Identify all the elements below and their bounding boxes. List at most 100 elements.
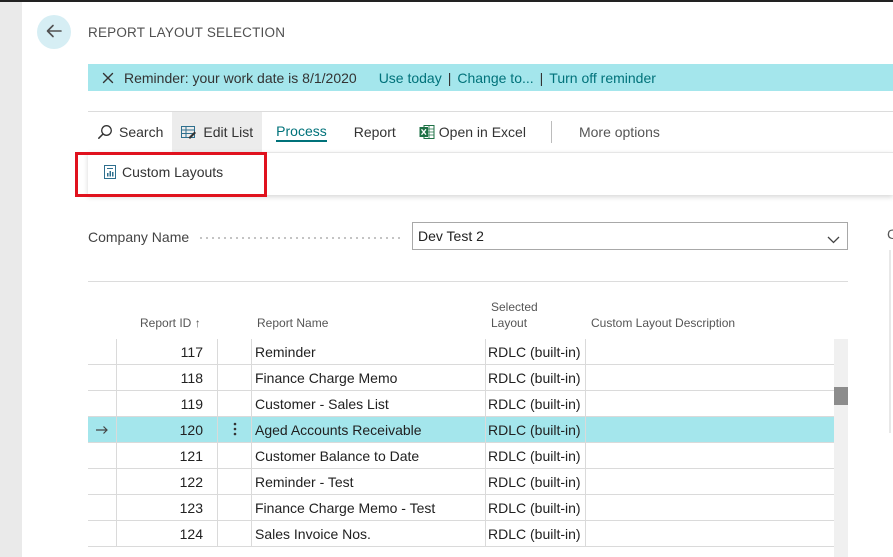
process-submenu: Custom Layouts — [88, 152, 893, 195]
custom-layout-description-cell[interactable] — [586, 443, 834, 469]
report-name-cell[interactable]: Aged Accounts Receivable — [252, 417, 486, 443]
row-selector-cell[interactable] — [88, 365, 117, 391]
row-actions-cell[interactable] — [218, 391, 252, 417]
divider — [88, 281, 848, 282]
custom-layout-description-cell[interactable] — [586, 469, 834, 495]
selected-layout-cell[interactable]: RDLC (built-in) — [486, 443, 586, 469]
selected-layout-cell[interactable]: RDLC (built-in) — [486, 339, 586, 365]
selected-layout-cell[interactable]: RDLC (built-in) — [486, 495, 586, 521]
report-name-cell[interactable]: Finance Charge Memo - Test — [252, 495, 486, 521]
more-vertical-icon[interactable] — [233, 422, 237, 439]
row-actions-cell[interactable] — [218, 495, 252, 521]
tab-process[interactable]: Process — [262, 112, 340, 152]
table-row[interactable]: 119 Customer - Sales List RDLC (built-in) — [88, 391, 834, 417]
link-separator: | — [447, 69, 452, 86]
custom-layout-description-cell[interactable] — [586, 365, 834, 391]
custom-layouts-button[interactable]: Custom Layouts — [104, 164, 223, 180]
process-label: Process — [276, 123, 327, 142]
selected-layout-cell[interactable]: RDLC (built-in) — [486, 365, 586, 391]
column-header-report-name[interactable]: Report Name — [257, 315, 328, 331]
company-name-dropdown[interactable]: Dev Test 2 — [412, 222, 848, 250]
report-name-cell[interactable]: Reminder - Test — [252, 469, 486, 495]
column-header-custom-layout-description[interactable]: Custom Layout Description — [591, 315, 735, 331]
row-actions-cell[interactable] — [218, 339, 252, 365]
row-selector-cell[interactable] — [88, 339, 117, 365]
report-label: Report — [353, 124, 396, 140]
more-options-button[interactable]: More options — [570, 112, 669, 152]
custom-layouts-label: Custom Layouts — [122, 164, 224, 180]
report-id-cell[interactable]: 122 — [117, 469, 218, 495]
selected-layout-cell[interactable]: RDLC (built-in) — [486, 417, 586, 443]
selected-layout-cell[interactable]: RDLC (built-in) — [486, 391, 586, 417]
row-selector-cell[interactable] — [88, 521, 117, 547]
factbox-edge — [889, 250, 891, 433]
vertical-scrollbar[interactable] — [834, 339, 848, 557]
row-selector-cell[interactable] — [88, 443, 117, 469]
report-id-header-label: Report ID — [140, 316, 192, 330]
report-id-cell[interactable]: 119 — [117, 391, 218, 417]
search-button[interactable]: Search — [88, 112, 172, 152]
row-actions-cell[interactable] — [218, 443, 252, 469]
row-actions-cell[interactable] — [218, 365, 252, 391]
back-button[interactable] — [37, 15, 71, 49]
report-name-cell[interactable]: Reminder — [252, 339, 486, 365]
row-actions-cell[interactable] — [218, 521, 252, 547]
excel-icon — [419, 124, 435, 140]
custom-layout-description-cell[interactable] — [586, 521, 834, 547]
row-selector-cell[interactable] — [88, 391, 117, 417]
scrollbar-thumb[interactable] — [834, 387, 848, 405]
change-to-link[interactable]: Change to... — [457, 70, 533, 86]
report-name-cell[interactable]: Sales Invoice Nos. — [252, 521, 486, 547]
edit-list-label: Edit List — [203, 124, 254, 140]
page-title: REPORT LAYOUT SELECTION — [88, 25, 286, 40]
edit-list-icon — [181, 125, 197, 140]
custom-layout-description-cell[interactable] — [586, 495, 834, 521]
custom-layout-description-cell[interactable] — [586, 339, 834, 365]
report-name-cell[interactable]: Finance Charge Memo — [252, 365, 486, 391]
report-id-cell[interactable]: 117 — [117, 339, 218, 365]
selected-layout-header-line1: Selected — [491, 300, 538, 314]
factbox-header-glyph: C — [887, 226, 893, 242]
open-in-excel-label: Open in Excel — [438, 124, 526, 140]
turn-off-reminder-link[interactable]: Turn off reminder — [549, 70, 656, 86]
table-row[interactable]: 124 Sales Invoice Nos. RDLC (built-in) — [88, 521, 834, 547]
tab-report[interactable]: Report — [340, 112, 410, 152]
table-row[interactable]: 120 Aged Accounts Receivable RDLC (built-i… — [88, 417, 834, 443]
row-actions-cell[interactable] — [218, 469, 252, 495]
search-icon — [97, 124, 113, 140]
chevron-down-icon — [827, 231, 840, 247]
report-id-cell[interactable]: 124 — [117, 521, 218, 547]
more-options-label: More options — [578, 124, 660, 140]
arrow-left-icon — [45, 22, 63, 43]
table-row[interactable]: 121 Customer Balance to Date RDLC (built-i… — [88, 443, 834, 469]
report-name-cell[interactable]: Customer - Sales List — [252, 391, 486, 417]
table-row[interactable]: 123 Finance Charge Memo - Test RDLC (built… — [88, 495, 834, 521]
report-id-cell[interactable]: 123 — [117, 495, 218, 521]
toolbar-separator — [550, 121, 552, 143]
custom-layout-description-cell[interactable] — [586, 391, 834, 417]
close-icon[interactable] — [102, 72, 114, 84]
custom-layout-description-header-label: Custom Layout Description — [591, 316, 736, 330]
column-header-report-id[interactable]: Report ID ↑ — [140, 315, 201, 331]
selected-layout-cell[interactable]: RDLC (built-in) — [486, 469, 586, 495]
report-id-cell[interactable]: 121 — [117, 443, 218, 469]
selected-layout-cell[interactable]: RDLC (built-in) — [486, 521, 586, 547]
column-header-selected-layout[interactable]: Selected Layout — [491, 299, 538, 331]
custom-layout-description-cell[interactable] — [586, 417, 834, 443]
table-row[interactable]: 122 Reminder - Test RDLC (built-in) — [88, 469, 834, 495]
report-id-cell[interactable]: 118 — [117, 365, 218, 391]
row-selector-cell[interactable] — [88, 469, 117, 495]
report-name-cell[interactable]: Customer Balance to Date — [252, 443, 486, 469]
row-selector-cell[interactable] — [88, 417, 117, 443]
action-bar: Search Edit List Process Report Open in … — [88, 112, 893, 152]
open-in-excel-button[interactable]: Open in Excel — [410, 112, 535, 152]
table-row[interactable]: 117 Reminder RDLC (built-in) — [88, 339, 834, 365]
row-selector-cell[interactable] — [88, 495, 117, 521]
row-actions-cell[interactable] — [218, 417, 252, 443]
edit-list-button[interactable]: Edit List — [172, 112, 263, 152]
sort-ascending-icon: ↑ — [194, 316, 201, 330]
search-label: Search — [119, 124, 164, 140]
report-id-cell[interactable]: 120 — [117, 417, 218, 443]
use-today-link[interactable]: Use today — [379, 70, 442, 86]
table-row[interactable]: 118 Finance Charge Memo RDLC (built-in) — [88, 365, 834, 391]
